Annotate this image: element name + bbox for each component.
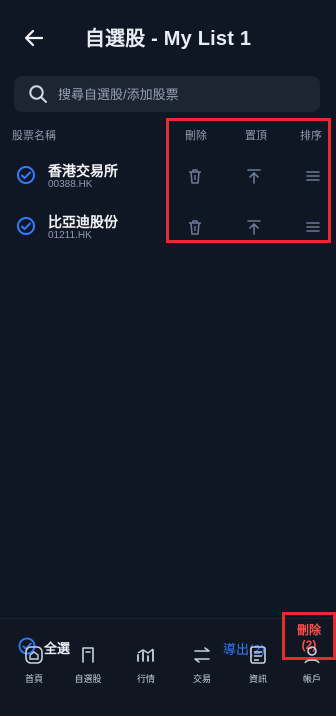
column-name-label: 股票名稱 [12,130,56,142]
tab-market[interactable]: 行情 [118,640,174,715]
search-icon [24,80,52,108]
stock-code: 01211.HK [48,230,92,241]
account-icon [299,642,325,668]
tab-label: 自選股 [74,674,102,684]
tab-home[interactable]: 首頁 [6,640,62,715]
drag-sort-icon[interactable] [302,216,324,238]
home-icon [21,642,47,668]
tab-account[interactable]: 帳戶 [284,640,336,715]
pin-top-icon[interactable] [243,216,265,238]
bottom-tab-bar: 首頁 自選股 行情 交易 資訊 帳戶 [0,640,336,715]
tab-label: 帳戶 [302,674,321,684]
tab-label: 資訊 [248,674,267,684]
tab-label: 行情 [136,674,155,684]
watchlist-icon [75,642,101,668]
stock-name: 比亞迪股份 [48,214,118,230]
tab-watchlist[interactable]: 自選股 [60,640,116,715]
news-icon [245,642,271,668]
drag-sort-icon[interactable] [302,165,324,187]
search-bar[interactable] [14,76,320,112]
tab-news[interactable]: 資訊 [230,640,286,715]
market-icon [133,642,159,668]
tab-label: 首頁 [24,674,43,684]
tab-trade[interactable]: 交易 [174,640,230,715]
search-input[interactable] [56,85,300,103]
stock-name: 香港交易所 [48,163,118,179]
tab-label: 交易 [192,674,211,684]
trade-icon [189,642,215,668]
top-bar: 自選股 - My List 1 [0,0,336,72]
stock-row[interactable]: 比亞迪股份 01211.HK [0,206,336,250]
delete-icon[interactable] [184,165,206,187]
back-arrow-icon[interactable] [22,26,46,50]
page-title: 自選股 - My List 1 [84,27,252,50]
row-check-icon[interactable] [16,165,36,185]
stock-code: 00388.HK [48,179,93,190]
pin-top-icon[interactable] [243,165,265,187]
delete-icon[interactable] [184,216,206,238]
row-check-icon[interactable] [16,216,36,236]
stock-row[interactable]: 香港交易所 00388.HK [0,155,336,199]
